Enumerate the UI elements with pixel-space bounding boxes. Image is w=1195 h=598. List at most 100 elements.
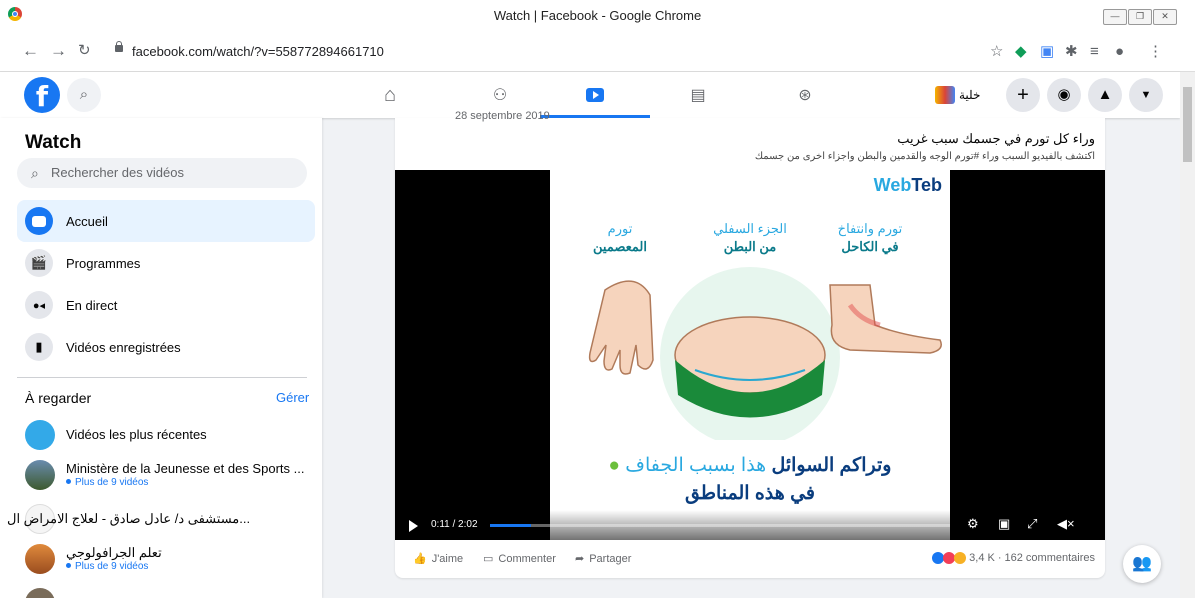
search-videos-input[interactable] — [49, 164, 293, 181]
profile-avatar-icon[interactable]: ● — [1115, 43, 1124, 61]
extensions-puzzle-icon[interactable]: ✱ — [1065, 43, 1078, 61]
omnibox[interactable]: facebook.com/watch/?v=558772894661710 — [110, 40, 970, 64]
like-button[interactable]: 👍 J'aime — [413, 552, 463, 566]
fullscreen-icon[interactable]: ⤢ — [1027, 517, 1037, 531]
share-icon: ➦ — [575, 553, 585, 565]
video-time: 0:11 / 2:02 — [431, 519, 478, 530]
video-post: 28 septembre 2019 وراء كل تورم في جسمك س… — [395, 110, 1105, 578]
shortcut-avatar — [935, 86, 955, 104]
new-message-button[interactable]: 👥 — [1123, 545, 1161, 583]
facebook-logo-icon[interactable]: f — [24, 77, 60, 113]
like-icon: 👍 — [413, 553, 427, 565]
reactions-summary[interactable]: 3,4 K · 162 commentaires — [932, 552, 1095, 564]
watchlist-heading: À regarder — [25, 390, 92, 406]
watchlist-item-name: Vidéos les plus récentes — [66, 427, 207, 442]
video-frame: WebTeb تورم وانتفاخ في الكاحل الجزء السفل… — [550, 170, 950, 540]
sidebar-title: Watch — [25, 132, 82, 153]
browser-title-bar: Watch | Facebook - Google Chrome — ❐ ✕ — [0, 0, 1195, 34]
post-date[interactable]: 28 septembre 2019 — [455, 110, 550, 122]
comment-button[interactable]: ▭ Commenter — [483, 552, 556, 566]
sidebar-item-label: Vidéos enregistrées — [66, 339, 181, 355]
video-progress-track[interactable] — [490, 524, 950, 527]
bookmark-icon: ▮ — [25, 333, 53, 361]
scrollbar-thumb[interactable] — [1183, 87, 1192, 162]
watchlist-item-name: تعلم الجرافولوجي — [66, 545, 162, 560]
wow-reaction-icon — [954, 552, 967, 564]
messenger-icon[interactable]: ◉ — [1047, 78, 1081, 112]
watchlist-item[interactable]: Ministère de la Jeunesse et des Sports .… — [25, 458, 315, 494]
play-icon[interactable] — [409, 520, 418, 532]
comment-icon: ▭ — [483, 553, 494, 565]
account-menu-icon[interactable]: ▼ — [1129, 78, 1163, 112]
contacts-icon: 👥 — [1132, 555, 1152, 572]
profile-shortcut[interactable]: خلية — [935, 80, 980, 110]
groups-icon: ⊛ — [798, 87, 812, 104]
separator: · — [997, 552, 1002, 564]
extension-icon[interactable]: ▣ — [1040, 43, 1054, 61]
sidebar-item-programmes[interactable]: 🎬 Programmes — [17, 242, 315, 284]
manage-link[interactable]: Gérer — [276, 390, 309, 405]
create-button[interactable]: + — [1006, 78, 1040, 112]
sidebar-item-accueil[interactable]: Accueil — [17, 200, 315, 242]
avatar — [25, 460, 55, 490]
reading-list-icon[interactable]: ≡ — [1090, 43, 1099, 61]
minimize-button[interactable]: — — [1103, 9, 1127, 25]
home-icon: ⌂ — [383, 83, 397, 106]
address-bar-row: ← → ↻ facebook.com/watch/?v=558772894661… — [0, 33, 1195, 72]
post-action-bar: 👍 J'aime ▭ Commenter ➦ Partager 3,4 K · 162… — [395, 540, 1105, 578]
comment-count[interactable]: 162 commentaires — [1005, 552, 1096, 564]
watchlist-item[interactable]: Vidéos les plus récentes — [25, 418, 315, 454]
chrome-menu-icon[interactable]: ⋮ — [1148, 43, 1163, 61]
close-window-button[interactable]: ✕ — [1153, 9, 1177, 25]
reaction-count: 3,4 K — [969, 552, 995, 564]
sidebar-item-label: Programmes — [66, 255, 141, 271]
video-label-wrists: تورم المعصمين — [593, 221, 647, 254]
tab-home[interactable]: ⌂ — [335, 72, 445, 118]
watchlist-item-name: مستشفى د/ عادل صادق - لعلاج الامراض ال..… — [7, 511, 251, 526]
miniplayer-icon[interactable]: ▣ — [998, 517, 1010, 531]
url-text: facebook.com/watch/?v=558772894661710 — [132, 44, 384, 59]
video-player[interactable]: WebTeb تورم وانتفاخ في الكاحل الجزء السفل… — [395, 170, 1105, 540]
shortcut-label: خلية — [959, 88, 981, 102]
watchlist-item[interactable]: تعلم الجرافولوجي Plus de 9 vidéos — [25, 542, 315, 578]
settings-gear-icon[interactable]: ⚙ — [967, 517, 979, 531]
live-camera-icon: ●◂ — [25, 291, 53, 319]
back-icon[interactable]: ← — [22, 42, 39, 59]
share-button[interactable]: ➦ Partager — [575, 552, 631, 566]
avatar — [25, 588, 55, 598]
forward-icon[interactable]: → — [50, 42, 67, 59]
post-title: وراء كل تورم في جسمك سبب غريب — [897, 131, 1095, 146]
tab-groups[interactable]: ⊛ — [750, 72, 860, 118]
watch-home-icon — [25, 207, 53, 235]
restore-button[interactable]: ❐ — [1128, 9, 1152, 25]
sidebar-item-en-direct[interactable]: ●◂ En direct — [17, 284, 315, 326]
watchlist-item[interactable]: مستشفى د/ عادل صادق - لعلاج الامراض ال..… — [7, 502, 315, 538]
video-label-ankle: تورم وانتفاخ في الكاحل — [837, 221, 903, 254]
watchlist-item-sub: Plus de 9 vidéos — [66, 477, 148, 488]
page-scrollbar[interactable] — [1180, 72, 1195, 598]
video-label-abdomen: الجزء السفلي من البطن — [713, 221, 787, 254]
bookmark-star-icon[interactable]: ☆ — [990, 43, 1003, 61]
tab-watch[interactable] — [540, 72, 650, 118]
search-icon: ⌕ — [31, 165, 39, 181]
extension-icon[interactable]: ◆ — [1015, 43, 1027, 61]
reload-icon[interactable]: ↻ — [78, 42, 91, 59]
search-videos-box[interactable]: ⌕ — [17, 158, 307, 188]
watch-sidebar: Watch ⌕ Accueil 🎬 Programmes ●◂ En direc… — [0, 118, 322, 598]
notifications-icon[interactable]: ▲ — [1088, 78, 1122, 112]
sidebar-item-label: Accueil — [66, 213, 108, 229]
mute-icon[interactable]: ◀× — [1057, 517, 1075, 531]
lock-icon — [115, 41, 123, 52]
watchlist-item-sub: Plus de 9 vidéos — [66, 561, 148, 572]
sidebar-item-videos-enregistrees[interactable]: ▮ Vidéos enregistrées — [17, 326, 315, 368]
video-caption: وتراكم السوائل هذا بسبب الجفاف ● في هذه … — [608, 455, 892, 504]
tab-marketplace[interactable]: ▤ — [643, 72, 753, 118]
latest-videos-icon — [25, 420, 55, 450]
body-illustration — [588, 267, 942, 440]
sidebar-divider — [17, 377, 307, 378]
avatar — [25, 544, 55, 574]
post-description: اكتشف بالفيديو السبب وراء #تورم الوجه وا… — [754, 151, 1095, 162]
video-progress-fill — [490, 524, 532, 527]
search-icon[interactable]: ⌕ — [67, 78, 101, 112]
watchlist-item[interactable] — [25, 586, 315, 598]
